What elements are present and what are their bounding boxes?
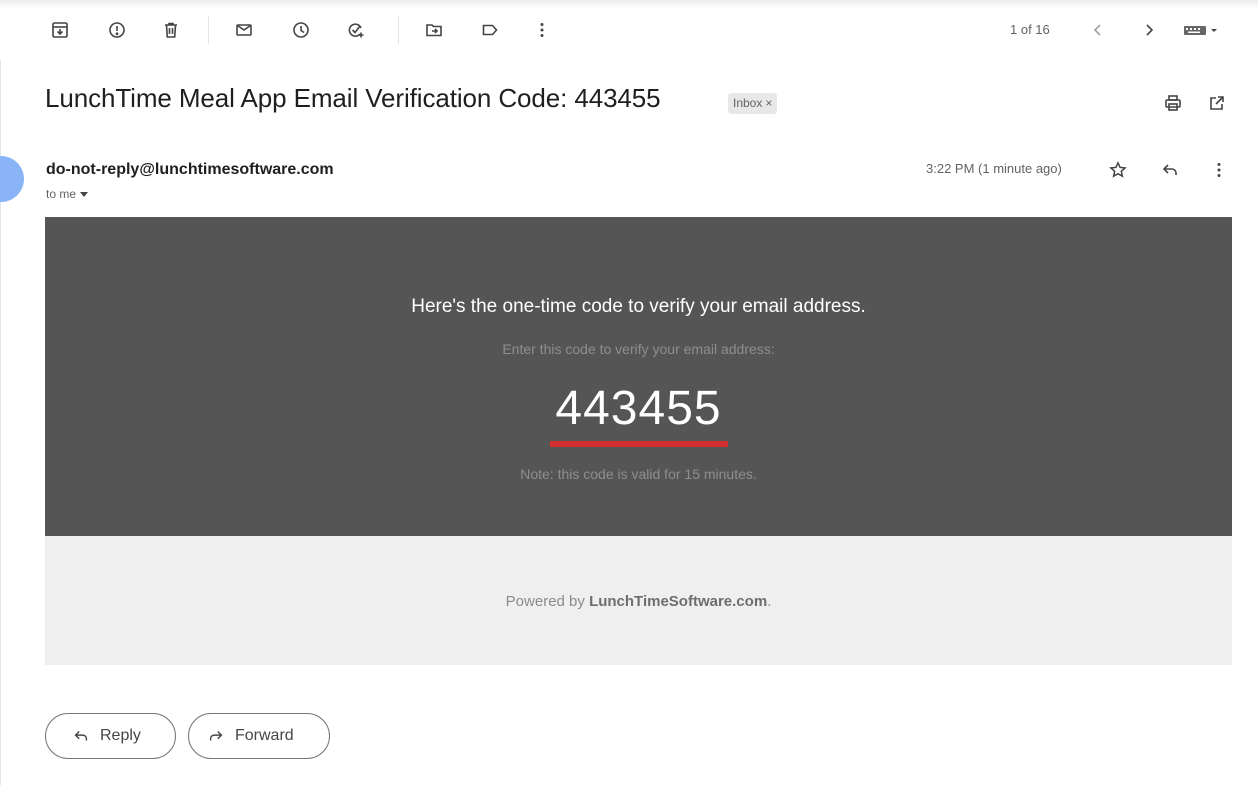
powered-by-text: Powered by LunchTimeSoftware.com.	[45, 593, 1232, 610]
reply-button-label: Reply	[100, 727, 141, 744]
forward-button-label: Forward	[235, 727, 294, 744]
powered-suffix: .	[767, 593, 772, 610]
remove-label-icon[interactable]: ×	[765, 96, 772, 110]
delete-icon[interactable]	[159, 18, 183, 42]
email-timestamp: 3:22 PM (1 minute ago)	[926, 161, 1062, 176]
add-to-tasks-icon[interactable]	[344, 18, 368, 42]
next-icon[interactable]	[1137, 18, 1161, 42]
recipient-details-toggle[interactable]: to me	[46, 187, 89, 201]
move-to-icon[interactable]	[422, 18, 446, 42]
snooze-icon[interactable]	[289, 18, 313, 42]
prev-icon[interactable]	[1086, 18, 1110, 42]
chevron-down-icon	[80, 192, 89, 198]
archive-icon[interactable]	[48, 18, 72, 42]
forward-button[interactable]: Forward	[188, 713, 330, 759]
email-instruction: Enter this code to verify your email add…	[502, 341, 775, 357]
verification-code: 443455	[555, 382, 722, 435]
powered-brand-link[interactable]: LunchTimeSoftware.com	[589, 593, 767, 610]
pager-count: 1 of 16	[1010, 22, 1050, 37]
sender-address[interactable]: do-not-reply@lunchtimesoftware.com	[46, 161, 334, 179]
star-icon[interactable]	[1106, 158, 1130, 182]
label-icon[interactable]	[478, 18, 502, 42]
inbox-label-chip[interactable]: Inbox ×	[728, 93, 778, 114]
open-in-new-window-icon[interactable]	[1205, 91, 1229, 115]
top-shadow	[0, 0, 1258, 8]
more-vert-icon[interactable]	[530, 18, 554, 42]
toolbar: 1 of 16	[0, 12, 1258, 48]
report-spam-icon[interactable]	[105, 18, 129, 42]
mark-unread-icon[interactable]	[232, 18, 256, 42]
label-text: Inbox	[733, 96, 763, 110]
email-footer: Powered by LunchTimeSoftware.com.	[45, 536, 1232, 665]
forward-icon	[209, 730, 223, 741]
reply-icon[interactable]	[1158, 158, 1182, 182]
email-body-header: Here's the one-time code to verify your …	[45, 217, 1232, 536]
keyboard-icon[interactable]	[1182, 18, 1222, 42]
validity-note: Note: this code is valid for 15 minutes.	[520, 466, 757, 482]
toolbar-separator	[208, 16, 209, 44]
powered-prefix: Powered by	[505, 593, 590, 610]
toolbar-separator	[398, 16, 399, 44]
reply-icon	[74, 730, 88, 741]
reply-button[interactable]: Reply	[45, 713, 176, 759]
email-headline: Here's the one-time code to verify your …	[411, 296, 866, 317]
print-icon[interactable]	[1161, 91, 1185, 115]
code-underline	[550, 441, 728, 447]
recipient-label: to me	[46, 187, 77, 201]
more-vert-icon[interactable]	[1207, 158, 1231, 182]
email-subject: LunchTime Meal App Email Verification Co…	[45, 83, 661, 113]
avatar[interactable]	[0, 156, 24, 202]
